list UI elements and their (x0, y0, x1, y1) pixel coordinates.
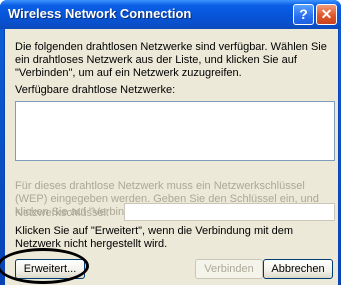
close-button[interactable]: ✕ (316, 4, 337, 25)
title-bar[interactable]: Wireless Network Connection ? ✕ (0, 0, 341, 29)
network-key-input[interactable] (124, 203, 335, 221)
connect-button[interactable]: Verbinden (195, 259, 263, 279)
available-networks-label: Verfügbare drahtlose Netzwerke: (15, 84, 176, 96)
intro-text: Die folgenden drahtlosen Netzwerke sind … (15, 41, 327, 79)
dialog-body: Die folgenden drahtlosen Netzwerke sind … (4, 29, 339, 285)
cancel-button[interactable]: Abbrechen (263, 259, 333, 279)
advanced-note-text: Klicken Sie auf "Erweitert", wenn die Ve… (15, 225, 294, 250)
help-button[interactable]: ? (293, 4, 314, 25)
available-networks-list[interactable] (15, 101, 335, 161)
network-key-label: Netzwerkschlüssel: (15, 207, 110, 219)
help-icon: ? (299, 6, 308, 22)
advanced-button[interactable]: Erweitert... (15, 259, 85, 279)
window-title: Wireless Network Connection (8, 6, 192, 21)
dialog-window: Wireless Network Connection ? ✕ Die folg… (0, 0, 341, 285)
close-icon: ✕ (320, 6, 333, 22)
